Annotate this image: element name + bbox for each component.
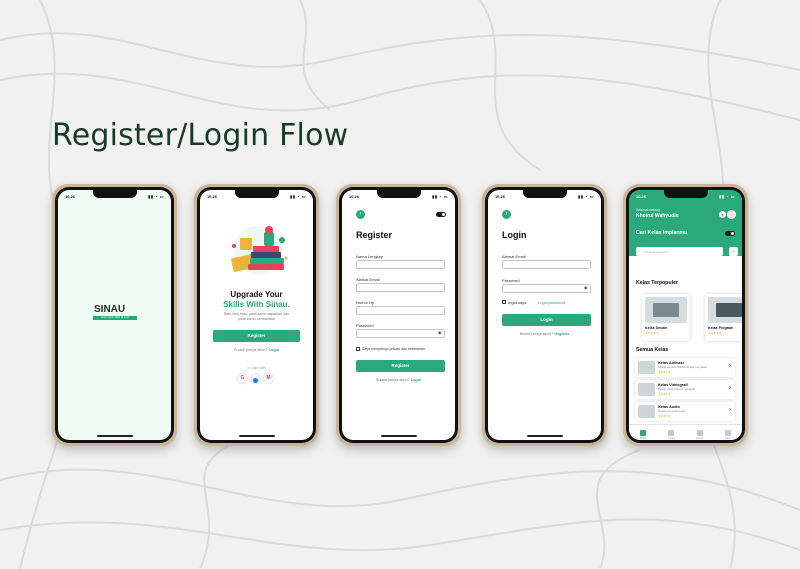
- status-time: 10.26: [636, 193, 647, 199]
- login-title: Login: [502, 230, 527, 240]
- popular-card-design[interactable]: Kelas Desain ★★★★★: [642, 294, 690, 341]
- register-button[interactable]: Register: [213, 330, 300, 342]
- filter-icon[interactable]: ≡: [729, 247, 738, 256]
- login-prompt: Sudah punya akun? Login: [233, 348, 280, 352]
- label-password: Password: [356, 323, 374, 328]
- welcome-screen: 10.26 ▮▮ ◔ ▭ Upgrade Your Skills With Sin…: [200, 190, 313, 440]
- phone-welcome: 10.26 ▮▮ ◔ ▭ Upgrade Your Skills With Sin…: [194, 184, 319, 446]
- page-title: Register/Login Flow: [52, 118, 349, 153]
- email-field[interactable]: [356, 283, 445, 292]
- list-item[interactable]: Kelas Animasi Belajar animasi 2D&3D deng…: [635, 358, 735, 377]
- popular-card-program[interactable]: Kelas Program ★★★★★: [705, 294, 742, 341]
- course-image: [708, 297, 742, 323]
- avatar[interactable]: [727, 210, 736, 219]
- theme-toggle[interactable]: [725, 231, 735, 236]
- signal-icon: ▮▮ ◔ ▭: [719, 193, 735, 199]
- notification-icon[interactable]: ●: [719, 211, 726, 218]
- login-link[interactable]: Login: [411, 378, 421, 382]
- agree-checkbox[interactable]: [356, 347, 360, 351]
- books-illustration: [230, 226, 288, 274]
- phone-register: 10.26 ▮▮ ◔ ▭ ‹ Register Nama Lengkap Alam…: [336, 184, 461, 446]
- signal-icon: ▮▮ ◔ ▭: [432, 193, 448, 199]
- status-time: 10.26: [349, 193, 360, 199]
- search-input[interactable]: ⌕ Cari kelas impianmu: [636, 247, 723, 256]
- social-login-row: G M: [238, 374, 273, 383]
- list-item[interactable]: Kelas Videografi Belajar teknik video & …: [635, 380, 735, 399]
- theme-toggle[interactable]: [436, 212, 446, 217]
- search-placeholder: Cari kelas impianmu: [643, 249, 669, 254]
- back-icon[interactable]: ‹: [502, 210, 511, 219]
- register-prompt: Belum punya akun? Register: [519, 332, 570, 336]
- password-field[interactable]: [502, 284, 591, 293]
- welcome-headline-2: Skills With Sinau.: [223, 300, 290, 309]
- remember-checkbox[interactable]: [502, 300, 506, 304]
- facebook-icon[interactable]: [251, 374, 260, 383]
- signal-icon: ▮▮ ◔ ▭: [290, 193, 306, 199]
- login-screen: 10.26 ▮▮ ◔ ▭ ‹ Login Alamat Email Passwor…: [488, 190, 601, 440]
- splash-screen: 10.26 ▮▮ ◔ ▭ SINAU Lorem ipsum dolor sit …: [58, 190, 171, 440]
- register-title: Register: [356, 230, 393, 240]
- bottom-navbar: Home Kelas Favorit Akun: [629, 424, 742, 440]
- nav-home-icon[interactable]: Home: [640, 429, 646, 440]
- login-prompt: Sudah punya akun? Login: [375, 378, 422, 382]
- nav-account-icon[interactable]: Akun: [724, 429, 731, 440]
- signal-icon: ▮▮ ◔ ▭: [578, 193, 594, 199]
- forgot-password-link[interactable]: Lupa password: [538, 300, 565, 305]
- label-password: Password: [502, 278, 520, 283]
- register-submit-button[interactable]: Register: [356, 360, 445, 372]
- phone-login: 10.26 ▮▮ ◔ ▭ ‹ Login Alamat Email Passwor…: [482, 184, 607, 446]
- label-email: Alamat Email: [356, 277, 380, 282]
- search-icon: ⌕: [638, 249, 641, 253]
- status-time: 10.26: [495, 193, 506, 199]
- agree-text: Saya menyetujui privasi dan keamanan: [362, 347, 425, 351]
- status-time: 10.26: [65, 193, 76, 199]
- welcome-headline-1: Upgrade Your: [230, 290, 283, 299]
- label-phone: Nomor Hp: [356, 300, 375, 305]
- register-screen: 10.26 ▮▮ ◔ ▭ ‹ Register Nama Lengkap Alam…: [342, 190, 455, 440]
- banner-text: Cari Kelas Impianmu: [636, 230, 688, 236]
- phone-splash: 10.26 ▮▮ ◔ ▭ SINAU Lorem ipsum dolor sit …: [52, 184, 177, 446]
- full-name-field[interactable]: [356, 260, 445, 269]
- welcome-description: Raih ilmu baru, pasti kamu dapatkan dan …: [223, 312, 290, 321]
- phone-field[interactable]: [356, 306, 445, 315]
- phone-dashboard: 10.26 ▮▮ ◔ ▭ Selamat datang Khoirul Wahyu…: [623, 184, 748, 446]
- status-time: 10.26: [207, 193, 218, 199]
- nav-class-icon[interactable]: Kelas: [668, 429, 675, 440]
- user-name: Khoirul Wahyudin: [636, 213, 679, 219]
- password-field[interactable]: [356, 329, 445, 338]
- eye-icon[interactable]: ◉: [438, 330, 442, 335]
- label-full-name: Nama Lengkap: [356, 254, 384, 259]
- google-icon[interactable]: G: [238, 374, 247, 383]
- popular-title: Kelas Terpopuler: [636, 280, 678, 286]
- list-item[interactable]: Kelas Audio Belajar mengolah audio ★★★★★…: [635, 402, 735, 421]
- email-field[interactable]: [502, 260, 591, 269]
- notch: [92, 190, 137, 198]
- office-icon[interactable]: M: [264, 374, 273, 383]
- nav-favorite-icon[interactable]: Favorit: [696, 429, 703, 440]
- eye-icon[interactable]: ◉: [584, 285, 588, 290]
- login-submit-button[interactable]: Login: [502, 314, 591, 326]
- signal-icon: ▮▮ ◔ ▭: [148, 193, 164, 199]
- splash-logo: SINAU: [94, 304, 126, 315]
- back-icon[interactable]: ‹: [356, 210, 365, 219]
- dashboard-screen: 10.26 ▮▮ ◔ ▭ Selamat datang Khoirul Wahyu…: [629, 190, 742, 440]
- all-classes-title: Semua Kelas: [636, 347, 669, 353]
- chevron-right-icon: ›: [729, 385, 731, 391]
- register-link[interactable]: Register: [554, 332, 569, 336]
- remember-text: Ingat saya: [508, 300, 527, 305]
- splash-tagline: Lorem ipsum dolor sit amet: [93, 316, 137, 320]
- chevron-right-icon: ›: [729, 363, 731, 369]
- login-link[interactable]: Login: [269, 348, 279, 352]
- divider-text: or Login With: [247, 366, 266, 370]
- greeting: Selamat datang: [636, 208, 660, 212]
- label-email: Alamat Email: [502, 254, 526, 259]
- chevron-right-icon: ›: [729, 407, 731, 413]
- course-image: [645, 297, 687, 323]
